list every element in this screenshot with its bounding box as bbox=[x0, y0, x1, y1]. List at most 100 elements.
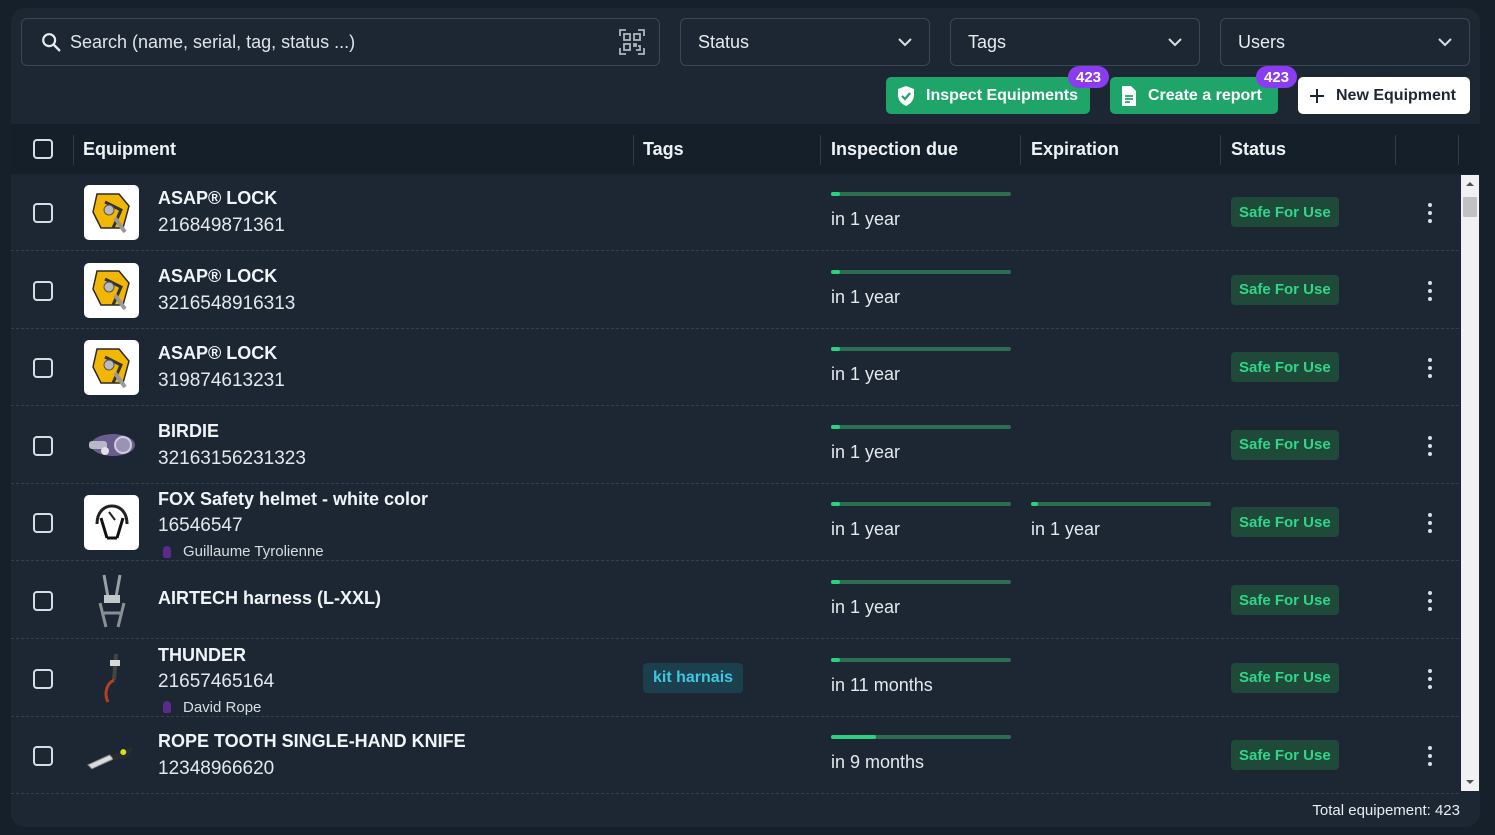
inspection-due-text: in 1 year bbox=[831, 519, 901, 540]
table-row[interactable]: THUNDER 21657465164 David Rope kit harnais i… bbox=[11, 640, 1459, 717]
row-menu-kebab-icon[interactable] bbox=[1423, 513, 1437, 534]
table-row[interactable]: ASAP® LOCK 319874613231 in 1 year Safe For … bbox=[11, 329, 1459, 407]
search-input[interactable] bbox=[70, 31, 619, 53]
status-badge: Safe For Use bbox=[1231, 662, 1339, 693]
inspection-progress-bar bbox=[831, 735, 1011, 740]
row-checkbox[interactable] bbox=[33, 668, 53, 689]
inspection-progress-fill bbox=[831, 580, 840, 584]
tags-filter-label: Tags bbox=[968, 31, 1007, 52]
equipment-thumbnail bbox=[84, 262, 139, 318]
inspection-due-text: in 11 months bbox=[831, 674, 933, 695]
expiration-text: in 1 year bbox=[1031, 519, 1101, 540]
new-equipment-button[interactable]: New Equipment bbox=[1298, 77, 1470, 114]
inspection-progress-fill bbox=[831, 502, 840, 507]
inspection-progress-bar bbox=[831, 502, 1011, 507]
equipment-serial: 16546547 bbox=[158, 515, 243, 537]
equipment-name[interactable]: THUNDER bbox=[158, 645, 246, 666]
equipment-name[interactable]: ASAP® LOCK bbox=[158, 188, 277, 209]
inspection-due-text: in 1 year bbox=[831, 286, 901, 307]
equipment-name[interactable]: FOX Safety helmet - white color bbox=[158, 489, 428, 510]
inspection-progress-fill bbox=[831, 347, 840, 352]
equipment-table-body: ASAP® LOCK 216849871361 in 1 year Safe For … bbox=[11, 174, 1459, 794]
table-row[interactable]: ASAP® LOCK 3216548916313 in 1 year Safe For… bbox=[11, 252, 1459, 329]
row-checkbox[interactable] bbox=[33, 203, 53, 223]
equipment-name[interactable]: ASAP® LOCK bbox=[158, 343, 277, 364]
row-menu-kebab-icon[interactable] bbox=[1423, 358, 1437, 379]
tags-filter[interactable]: Tags bbox=[950, 18, 1200, 66]
inspection-progress-bar bbox=[831, 192, 1011, 196]
expiration-progress-fill bbox=[1031, 502, 1039, 507]
equipment-panel: Status Tags Users Inspect Equipments 423… bbox=[11, 8, 1480, 827]
status-badge: Safe For Use bbox=[1231, 507, 1339, 538]
scrollbar-thumb[interactable] bbox=[1463, 197, 1477, 217]
user-icon bbox=[163, 701, 171, 714]
status-badge: Safe For Use bbox=[1231, 740, 1339, 771]
table-row[interactable]: BIRDIE 32163156231323 in 1 year Safe For Us… bbox=[11, 407, 1459, 484]
inspect-equipments-button[interactable]: Inspect Equipments bbox=[886, 77, 1090, 114]
total-equipment-count: Total equipement: 423 bbox=[1312, 802, 1460, 819]
chevron-down-icon bbox=[1167, 37, 1183, 47]
equipment-thumbnail bbox=[84, 418, 139, 473]
inspection-progress-fill bbox=[831, 192, 840, 196]
inspection-due-text: in 1 year bbox=[831, 441, 901, 462]
tag-chip[interactable]: kit harnais bbox=[643, 662, 744, 693]
status-badge: Safe For Use bbox=[1231, 274, 1339, 305]
row-checkbox[interactable] bbox=[33, 746, 53, 767]
equipment-serial: 3216548916313 bbox=[158, 292, 296, 314]
table-scrollbar[interactable] bbox=[1461, 175, 1479, 791]
equipment-name[interactable]: ASAP® LOCK bbox=[158, 266, 277, 287]
inspection-due-text: in 1 year bbox=[831, 209, 901, 229]
search-box[interactable] bbox=[21, 18, 660, 66]
table-row[interactable]: ROPE TOOTH SINGLE-HAND KNIFE 12348966620 i… bbox=[11, 717, 1459, 794]
scroll-up-arrow-icon[interactable] bbox=[1461, 175, 1479, 193]
status-badge: Safe For Use bbox=[1231, 429, 1339, 460]
column-divider bbox=[820, 135, 821, 165]
row-checkbox[interactable] bbox=[33, 591, 53, 611]
row-menu-kebab-icon[interactable] bbox=[1423, 591, 1437, 611]
select-all-checkbox[interactable] bbox=[33, 139, 53, 159]
equipment-serial: 216849871361 bbox=[158, 215, 285, 236]
table-row[interactable]: AIRTECH harness (L-XXL) in 1 year Safe For… bbox=[11, 562, 1459, 639]
document-icon bbox=[1120, 85, 1138, 107]
equipment-thumbnail bbox=[84, 728, 139, 783]
equipment-thumbnail bbox=[84, 185, 139, 240]
status-badge: Safe For Use bbox=[1231, 585, 1339, 615]
users-filter[interactable]: Users bbox=[1220, 18, 1470, 66]
row-menu-kebab-icon[interactable] bbox=[1423, 668, 1437, 689]
column-status[interactable]: Status bbox=[1231, 124, 1286, 174]
status-filter-label: Status bbox=[698, 31, 750, 52]
users-filter-label: Users bbox=[1238, 31, 1286, 52]
equipment-thumbnail bbox=[84, 340, 139, 396]
expiration-progress-bar bbox=[1031, 502, 1211, 507]
scroll-down-arrow-icon[interactable] bbox=[1461, 773, 1479, 791]
status-filter[interactable]: Status bbox=[680, 18, 930, 66]
inspection-progress-fill bbox=[831, 424, 840, 429]
qr-scan-icon[interactable] bbox=[619, 29, 645, 55]
column-expiration[interactable]: Expiration bbox=[1031, 124, 1119, 174]
table-row[interactable]: FOX Safety helmet - white color 16546547 G… bbox=[11, 484, 1459, 562]
equipment-name[interactable]: AIRTECH harness (L-XXL) bbox=[158, 588, 381, 609]
equipment-name[interactable]: BIRDIE bbox=[158, 421, 219, 442]
row-menu-kebab-icon[interactable] bbox=[1423, 746, 1437, 767]
row-checkbox[interactable] bbox=[33, 435, 53, 456]
row-checkbox[interactable] bbox=[33, 358, 53, 379]
column-inspection-due[interactable]: Inspection due bbox=[831, 124, 958, 174]
equipment-owner: Guillaume Tyrolienne bbox=[163, 543, 324, 560]
column-equipment[interactable]: Equipment bbox=[83, 124, 176, 174]
inspect-equipments-label: Inspect Equipments bbox=[926, 86, 1079, 104]
search-icon bbox=[40, 31, 62, 53]
row-menu-kebab-icon[interactable] bbox=[1423, 203, 1437, 223]
row-checkbox[interactable] bbox=[33, 280, 53, 301]
equipment-serial: 12348966620 bbox=[158, 758, 275, 780]
create-report-button[interactable]: Create a report bbox=[1110, 77, 1278, 114]
row-checkbox[interactable] bbox=[33, 513, 53, 534]
equipment-thumbnail bbox=[84, 573, 139, 628]
table-row[interactable]: ASAP® LOCK 216849871361 in 1 year Safe For … bbox=[11, 174, 1459, 251]
row-menu-kebab-icon[interactable] bbox=[1423, 435, 1437, 456]
inspection-due-text: in 9 months bbox=[831, 752, 925, 773]
row-menu-kebab-icon[interactable] bbox=[1423, 280, 1437, 301]
create-report-label: Create a report bbox=[1148, 86, 1262, 104]
equipment-name[interactable]: ROPE TOOTH SINGLE-HAND KNIFE bbox=[158, 731, 466, 752]
column-tags[interactable]: Tags bbox=[643, 124, 684, 174]
inspection-progress-bar bbox=[831, 347, 1011, 352]
